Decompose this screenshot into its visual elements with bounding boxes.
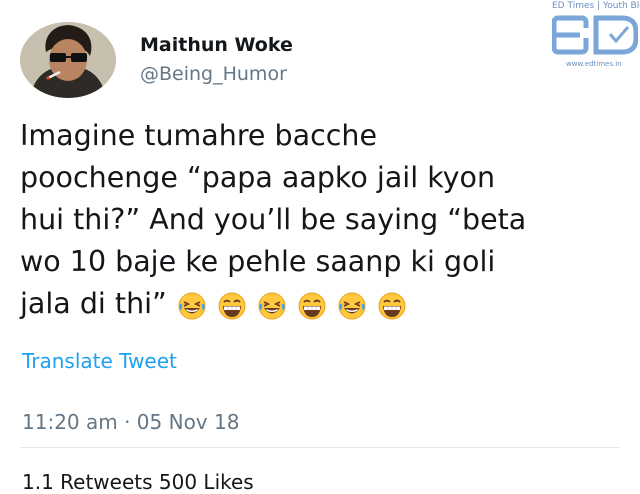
engagement-stats[interactable]: 1.1 Retweets 500 Likes [22, 470, 254, 494]
edtimes-watermark: ED Times | Youth Blog www.edtimes.in [548, 0, 640, 74]
avatar[interactable] [20, 22, 116, 98]
crying-laughing-emoji-icon [178, 292, 206, 320]
watermark-tagline: ED Times | Youth Blog [552, 1, 640, 11]
crying-laughing-emoji-icon [338, 292, 366, 320]
edtimes-logo-icon [552, 15, 638, 55]
crying-laughing-emoji-icon [258, 292, 286, 320]
user-handle[interactable]: @Being_Humor [140, 63, 287, 85]
user-name[interactable]: Maithun Woke [140, 34, 293, 56]
tweet-line: wo 10 baje ke pehle saanp ki goli [20, 245, 496, 278]
translate-tweet-link[interactable]: Translate Tweet [22, 349, 177, 373]
watermark-url: www.edtimes.in [566, 60, 622, 68]
divider [20, 447, 620, 448]
tweet-timestamp[interactable]: 11:20 am · 05 Nov 18 [22, 410, 239, 434]
tweet-line: hui thi?” And you’ll be saying “beta [20, 203, 527, 236]
tweet-line: Imagine tumahre bacche [20, 119, 378, 152]
tweet-line: poochenge “papa aapko jail kyon [20, 161, 496, 194]
emoji-row [177, 291, 408, 333]
tweet-last-line: jala di thi” [20, 283, 620, 333]
grinning-squint-emoji-icon [378, 292, 406, 320]
grinning-squint-emoji-icon [298, 292, 326, 320]
grinning-squint-emoji-icon [218, 292, 246, 320]
tweet-line: jala di thi” [20, 287, 167, 320]
tweet-text: Imagine tumahre bacche poochenge “papa a… [20, 115, 620, 333]
